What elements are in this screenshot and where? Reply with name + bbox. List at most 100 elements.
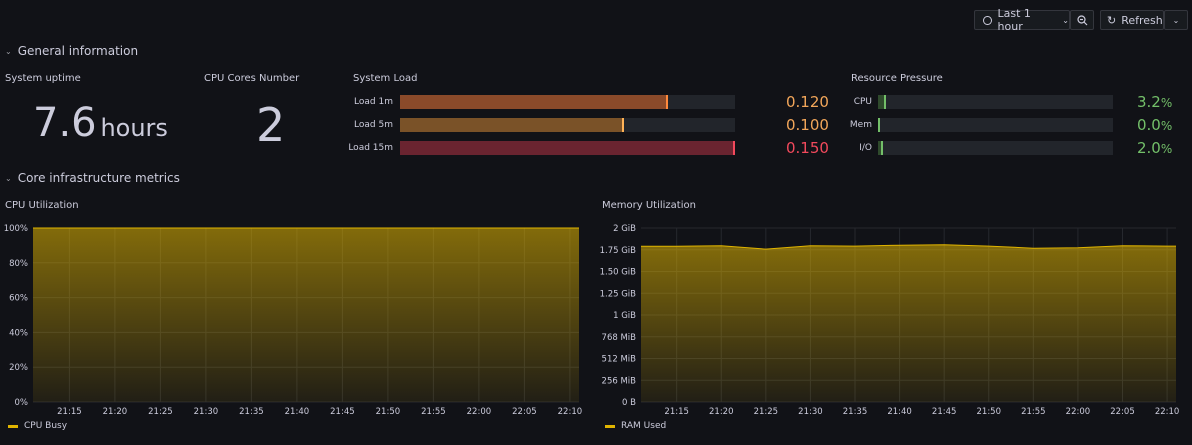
panel-title-uptime: System uptime: [5, 73, 81, 84]
pressure-bar-track: [878, 95, 1113, 109]
refresh-interval-dropdown[interactable]: ⌄: [1164, 10, 1188, 30]
collapse-chevron-icon: ⌄: [5, 46, 12, 56]
y-tick-label: 1.75 GiB: [600, 246, 637, 256]
load-bar-cap: [733, 141, 735, 155]
row-title: General information: [17, 44, 139, 58]
panel-title-resource-pressure: Resource Pressure: [851, 73, 943, 84]
load-bar-track: [400, 95, 735, 109]
y-tick-label: 80%: [9, 259, 28, 269]
pressure-value-unit: %: [1160, 96, 1173, 110]
cores-value: 2: [256, 98, 286, 152]
y-tick-label: 768 MiB: [602, 333, 637, 343]
row-general-information[interactable]: ⌄ General information: [5, 44, 138, 58]
cpu-legend[interactable]: CPU Busy: [8, 421, 67, 431]
uptime-stat: 7.6 hours: [33, 100, 168, 146]
y-tick-label: 20%: [9, 363, 28, 373]
panel-title-system-load: System Load: [353, 73, 418, 84]
panel-title-cores: CPU Cores Number: [204, 73, 300, 84]
row-core-infrastructure[interactable]: ⌄ Core infrastructure metrics: [5, 171, 180, 185]
load-value: 0.120: [786, 93, 829, 111]
legend-label: RAM Used: [621, 421, 667, 431]
series-area: [641, 244, 1176, 402]
x-tick-label: 22:05: [1110, 407, 1135, 417]
x-tick-label: 21:30: [194, 407, 219, 417]
panel-title-cpu-utilization: CPU Utilization: [5, 200, 79, 211]
refresh-icon: ↻: [1107, 13, 1117, 27]
x-tick-label: 21:35: [239, 407, 264, 417]
panel-title-memory-utilization: Memory Utilization: [602, 200, 696, 211]
x-tick-label: 22:10: [558, 407, 583, 417]
time-range-picker[interactable]: Last 1 hour ⌄: [974, 7, 1070, 33]
clock-icon: [983, 15, 992, 25]
x-tick-label: 21:25: [754, 407, 779, 417]
load-bar-fill: [400, 118, 624, 132]
x-tick-label: 21:45: [932, 407, 957, 417]
x-tick-label: 21:55: [421, 407, 446, 417]
load-label: Load 15m: [348, 143, 393, 153]
cpu-utilization-chart[interactable]: 0% 20% 40% 60% 80% 100% 21:15 21:20 21:25 21:30 21…: [0, 218, 590, 418]
time-range-label: Last 1 hour: [997, 7, 1031, 33]
load-label: Load 1m: [354, 97, 393, 107]
series-area: [33, 228, 579, 402]
pressure-label: CPU: [853, 97, 872, 107]
pressure-bar-cap: [884, 95, 886, 109]
pressure-value-number: 0.0: [1137, 116, 1161, 134]
legend-label: CPU Busy: [24, 421, 68, 431]
load-bar-cap: [622, 118, 624, 132]
collapse-chevron-icon: ⌄: [5, 173, 12, 183]
uptime-value: 7.6: [33, 100, 97, 146]
memory-utilization-chart[interactable]: 0 B 256 MiB 512 MiB 768 MiB 1 GiB 1.25 GiB 1.5…: [597, 218, 1187, 418]
mem-legend[interactable]: RAM Used: [605, 421, 666, 431]
load-bar-cap: [666, 95, 668, 109]
load-bar-fill: [400, 95, 668, 109]
x-tick-label: 21:40: [285, 407, 310, 417]
x-tick-label: 21:15: [664, 407, 689, 417]
chevron-down-icon: ⌄: [1172, 15, 1180, 25]
load-label: Load 5m: [354, 120, 393, 130]
y-tick-label: 1 GiB: [613, 311, 636, 321]
pressure-bar-track: [878, 118, 1113, 132]
x-tick-label: 21:25: [148, 407, 173, 417]
uptime-unit: hours: [100, 114, 168, 142]
legend-swatch: [8, 424, 18, 428]
refresh-button[interactable]: ↻ Refresh: [1100, 10, 1164, 30]
refresh-label: Refresh: [1121, 13, 1163, 27]
load-bar-track: [400, 118, 735, 132]
y-tick-label: 512 MiB: [602, 355, 637, 365]
zoom-out-icon: [1076, 14, 1087, 25]
pressure-value: 0.0%: [1137, 116, 1172, 134]
x-tick-label: 21:55: [1021, 407, 1046, 417]
pressure-bar-track: [878, 141, 1113, 155]
y-tick-label: 1.50 GiB: [600, 268, 637, 278]
y-tick-label: 0 B: [622, 398, 636, 408]
pressure-value-number: 3.2: [1137, 93, 1161, 111]
pressure-value-number: 2.0: [1137, 139, 1161, 157]
x-tick-label: 21:45: [330, 407, 355, 417]
x-tick-label: 21:15: [57, 407, 82, 417]
pressure-label: I/O: [859, 143, 872, 153]
pressure-value: 2.0%: [1137, 139, 1172, 157]
x-tick-label: 22:10: [1155, 407, 1180, 417]
chevron-down-icon: ⌄: [1062, 15, 1069, 25]
load-bar-fill: [400, 141, 735, 155]
legend-swatch: [605, 424, 615, 428]
x-tick-label: 21:50: [977, 407, 1002, 417]
x-tick-label: 21:20: [103, 407, 128, 417]
x-tick-label: 22:00: [1066, 407, 1091, 417]
load-value: 0.100: [786, 116, 829, 134]
y-tick-label: 0%: [15, 398, 29, 408]
zoom-out-button[interactable]: [1070, 10, 1094, 30]
y-tick-label: 60%: [9, 294, 28, 304]
load-bar-track: [400, 141, 735, 155]
x-tick-label: 22:00: [467, 407, 492, 417]
y-tick-label: 2 GiB: [613, 224, 636, 234]
x-tick-label: 21:30: [798, 407, 823, 417]
x-tick-label: 21:35: [843, 407, 868, 417]
x-tick-label: 22:05: [512, 407, 537, 417]
load-value: 0.150: [786, 139, 829, 157]
pressure-bar-cap: [881, 141, 883, 155]
y-tick-label: 1.25 GiB: [600, 289, 637, 299]
row-title: Core infrastructure metrics: [17, 171, 180, 185]
y-tick-label: 256 MiB: [602, 376, 637, 386]
pressure-value: 3.2%: [1137, 93, 1172, 111]
